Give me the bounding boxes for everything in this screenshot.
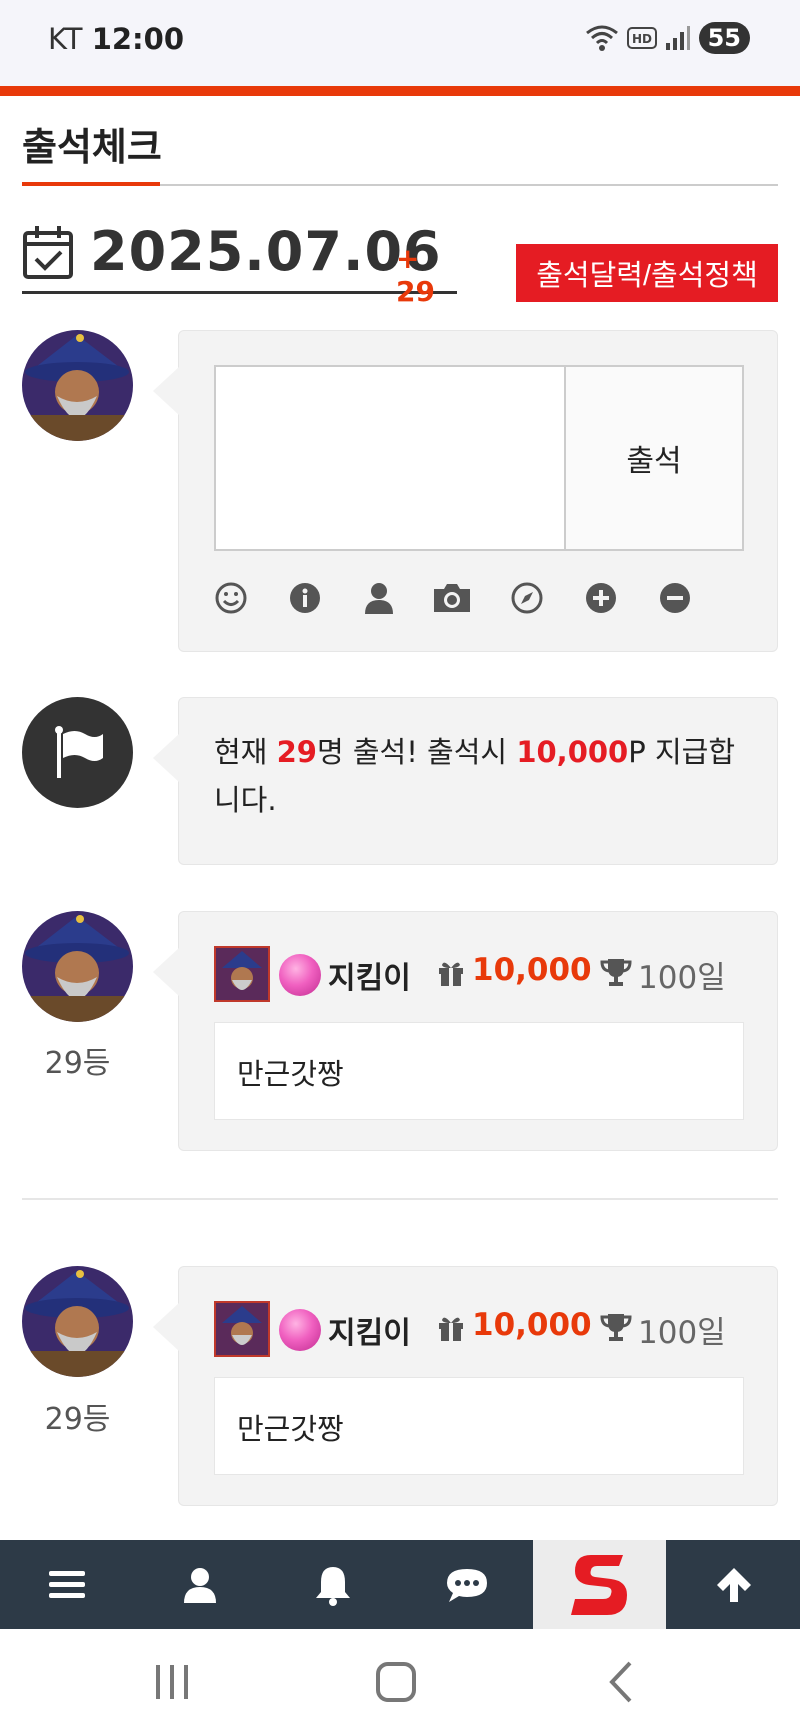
signal-icon [665,26,690,50]
wifi-icon [585,25,618,51]
status-icons: HD 55 [585,22,750,54]
gift-icon [439,962,463,986]
back-icon[interactable] [592,1659,652,1705]
title-divider-active [22,182,160,186]
wizard-avatar-image [22,1266,133,1377]
level-icon [279,954,321,996]
member-nickname[interactable]: 지킴이 [328,1308,411,1352]
attendance-entry: 지킴이 10,000 100일 만근갓짱 [153,1266,778,1506]
flag-icon [54,725,103,778]
compass-icon[interactable] [510,581,544,615]
header-accent-line [0,86,800,96]
attendance-count: + 29 [396,242,435,308]
current-date: 2025.07.06 [90,220,442,283]
recent-apps-icon[interactable] [142,1659,202,1705]
checkin-submit-button[interactable]: 출석 [566,367,742,549]
hd-icon: HD [626,27,657,49]
entry-message: 만근갓짱 [214,1377,744,1475]
site-logo-button[interactable] [533,1540,666,1629]
date-header: 2025.07.06 + 29 [22,220,457,308]
wizard-avatar-image [22,911,133,1022]
minus-circle-icon[interactable] [658,581,692,615]
notice-pre: 현재 [214,735,277,769]
menu-button[interactable] [0,1540,133,1629]
chat-icon [446,1568,487,1602]
entry-avatar [22,911,133,1022]
member-icon[interactable] [214,1301,270,1357]
entry-points: 10,000 [472,952,592,988]
attendance-calendar-button[interactable]: 출석달력/출석정책 [516,244,778,302]
home-icon[interactable] [366,1659,426,1705]
list-divider [22,1198,778,1200]
clock: 12:00 [91,22,185,56]
entry-rank: 29등 [44,1402,111,1437]
notice-avatar [22,697,133,808]
page-title: 출석체크 [22,125,162,169]
notification-button[interactable] [266,1540,399,1629]
menu-icon [48,1570,85,1598]
carrier-label: KT [48,22,83,56]
entry-message: 만근갓짱 [214,1022,744,1120]
site-logo [570,1554,627,1615]
entry-days: 100일 [638,1315,726,1351]
battery-icon: 55 [698,22,750,54]
notice-text: 현재 29명 출석! 출석시 10,000P 지급합니다. [214,728,747,824]
camera-icon[interactable] [432,581,472,615]
notice-points: 10,000 [516,735,629,769]
entry-header: 지킴이 10,000 100일 [214,946,754,1002]
arrow-up-icon [716,1567,751,1602]
attendance-notice: 현재 29명 출석! 출석시 10,000P 지급합니다. [153,697,778,865]
chat-button[interactable] [400,1540,533,1629]
bell-icon [315,1566,350,1606]
level-icon [279,1309,321,1351]
entry-points: 10,000 [472,1307,592,1343]
attendance-entry: 지킴이 10,000 100일 만근갓짱 [153,911,778,1151]
wizard-avatar-image [22,330,133,441]
trophy-icon [600,1314,632,1341]
entry-days: 100일 [638,960,726,996]
carrier-time: KT 12:00 [48,22,184,56]
notice-count: 29 [276,735,317,769]
info-icon[interactable] [288,581,322,615]
gift-icon [439,1317,463,1341]
trophy-icon [600,959,632,986]
scroll-top-button[interactable] [667,1540,800,1629]
system-navigation-bar [0,1629,800,1734]
checkin-form: 출석 [153,330,778,652]
member-nickname[interactable]: 지킴이 [328,953,411,997]
member-icon[interactable] [214,946,270,1002]
user-icon[interactable] [362,581,396,615]
calendar-check-icon [23,226,73,279]
entry-avatar [22,1266,133,1377]
bottom-app-bar [0,1540,800,1629]
checkin-input-box: 출석 [214,365,744,551]
entry-header: 지킴이 10,000 100일 [214,1301,754,1357]
profile-button[interactable] [133,1540,266,1629]
avatar [22,330,133,441]
status-bar: KT 12:00 HD 55 [0,0,800,86]
plus-circle-icon[interactable] [584,581,618,615]
notice-mid: 명 출석! 출석시 [316,735,517,769]
smile-icon[interactable] [214,581,248,615]
checkin-message-input[interactable] [216,367,566,549]
user-icon [183,1567,216,1603]
emoticon-toolbar [214,581,744,621]
entry-rank: 29등 [44,1046,111,1081]
svg-text:HD: HD [632,32,652,46]
